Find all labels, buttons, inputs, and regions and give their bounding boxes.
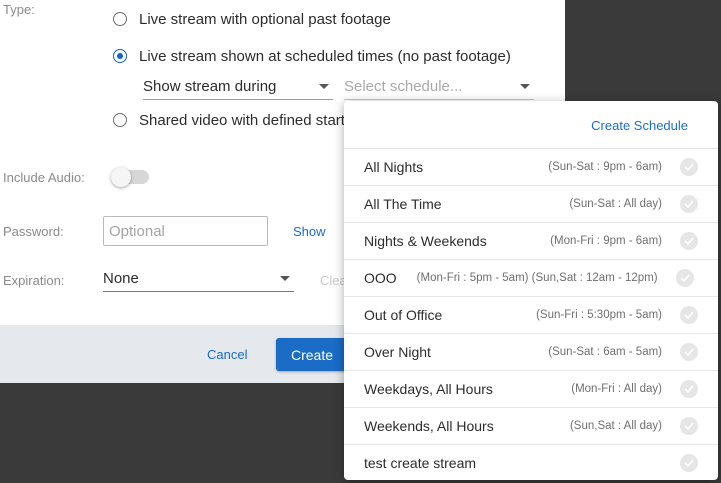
schedule-name: Over Night xyxy=(364,344,431,360)
schedule-name: test create stream xyxy=(364,455,477,471)
include-audio-toggle[interactable] xyxy=(111,167,149,187)
schedule-option[interactable]: Weekdays, All Hours (Mon-Fri : All day) xyxy=(344,371,718,408)
schedule-name: Weekends, All Hours xyxy=(364,418,494,434)
schedule-option[interactable]: All Nights (Sun-Sat : 9pm - 6am) xyxy=(344,149,718,186)
check-circle-icon xyxy=(680,454,698,472)
password-label: Password: xyxy=(3,224,64,239)
cancel-button[interactable]: Cancel xyxy=(207,347,247,362)
schedule-dropdown: Create Schedule All Nights (Sun-Sat : 9pm… xyxy=(344,101,718,480)
check-circle-icon xyxy=(680,306,698,324)
schedule-name: All The Time xyxy=(364,196,442,212)
schedule-range: (Sun-Sat : All day) xyxy=(569,198,662,210)
option-label: Live stream with optional past footage xyxy=(139,10,391,28)
schedule-name: Out of Office xyxy=(364,307,443,323)
schedule-option[interactable]: Out of Office (Sun-Fri : 5:30pm - 5am) xyxy=(344,297,718,334)
schedule-name: All Nights xyxy=(364,159,424,175)
show-mode-select[interactable]: Show stream during xyxy=(143,74,333,100)
clear-link[interactable]: Clea xyxy=(320,273,347,288)
password-input[interactable] xyxy=(103,216,268,246)
schedule-range: (Sun-Sat : 9pm - 6am) xyxy=(548,161,662,173)
schedule-list: All Nights (Sun-Sat : 9pm - 6am) All The T… xyxy=(344,149,718,480)
check-circle-icon xyxy=(680,380,698,398)
option-label: Shared video with defined start xyxy=(139,111,345,129)
schedule-select[interactable]: Select schedule... xyxy=(344,74,534,100)
expiration-select[interactable]: None xyxy=(103,266,294,292)
schedule-option[interactable]: test create stream xyxy=(344,445,718,480)
check-circle-icon xyxy=(680,343,698,361)
schedule-range: (Sun-Sat : 6am - 5am) xyxy=(548,346,662,358)
chevron-down-icon xyxy=(319,84,329,89)
check-circle-icon xyxy=(680,158,698,176)
schedule-range: (Sun,Sat : All day) xyxy=(569,420,662,432)
chevron-down-icon xyxy=(280,276,290,281)
check-circle-icon xyxy=(675,269,694,287)
schedule-placeholder: Select schedule... xyxy=(344,78,463,95)
check-circle-icon xyxy=(680,195,698,213)
create-button[interactable]: Create xyxy=(276,338,348,371)
toggle-knob[interactable] xyxy=(111,167,131,187)
radio-icon[interactable] xyxy=(113,12,127,26)
schedule-option[interactable]: Over Night (Sun-Sat : 6am - 5am) xyxy=(344,334,718,371)
option-live-scheduled[interactable]: Live stream shown at scheduled times (no… xyxy=(113,46,511,66)
schedule-name: Nights & Weekends xyxy=(364,233,487,249)
schedule-option[interactable]: Nights & Weekends (Mon-Fri : 9pm - 6am) xyxy=(344,223,718,260)
option-label: Live stream shown at scheduled times (no… xyxy=(139,47,511,65)
schedule-option[interactable]: OOO (Mon-Fri : 5pm - 5am) (Sun,Sat : 12am… xyxy=(344,260,718,297)
check-circle-icon xyxy=(680,417,698,435)
check-circle-icon xyxy=(680,232,698,250)
schedule-option[interactable]: All The Time (Sun-Sat : All day) xyxy=(344,186,718,223)
schedule-name: OOO xyxy=(364,270,397,286)
schedule-range: (Mon-Fri : 9pm - 6am) xyxy=(550,235,662,247)
type-label: Type: xyxy=(3,2,35,17)
show-mode-value: Show stream during xyxy=(143,78,277,95)
schedule-range: (Sun-Fri : 5:30pm - 5am) xyxy=(536,309,662,321)
dropdown-header: Create Schedule xyxy=(344,101,718,149)
schedule-range: (Mon-Fri : 5pm - 5am) (Sun,Sat : 12am - … xyxy=(416,272,658,284)
schedule-option[interactable]: Weekends, All Hours (Sun,Sat : All day) xyxy=(344,408,718,445)
create-schedule-link[interactable]: Create Schedule xyxy=(591,118,688,133)
radio-icon[interactable] xyxy=(113,113,127,127)
chevron-down-icon xyxy=(520,84,530,89)
schedule-range: (Mon-Fri : All day) xyxy=(571,383,662,395)
radio-checked-icon[interactable] xyxy=(113,49,127,63)
option-live-past-footage[interactable]: Live stream with optional past footage xyxy=(113,9,391,29)
schedule-name: Weekdays, All Hours xyxy=(364,381,493,397)
include-audio-label: Include Audio: xyxy=(3,170,85,185)
expiration-label: Expiration: xyxy=(3,273,65,288)
expiration-value: None xyxy=(103,270,139,287)
option-shared-video[interactable]: Shared video with defined start xyxy=(113,110,345,130)
show-password-link[interactable]: Show xyxy=(293,224,326,239)
